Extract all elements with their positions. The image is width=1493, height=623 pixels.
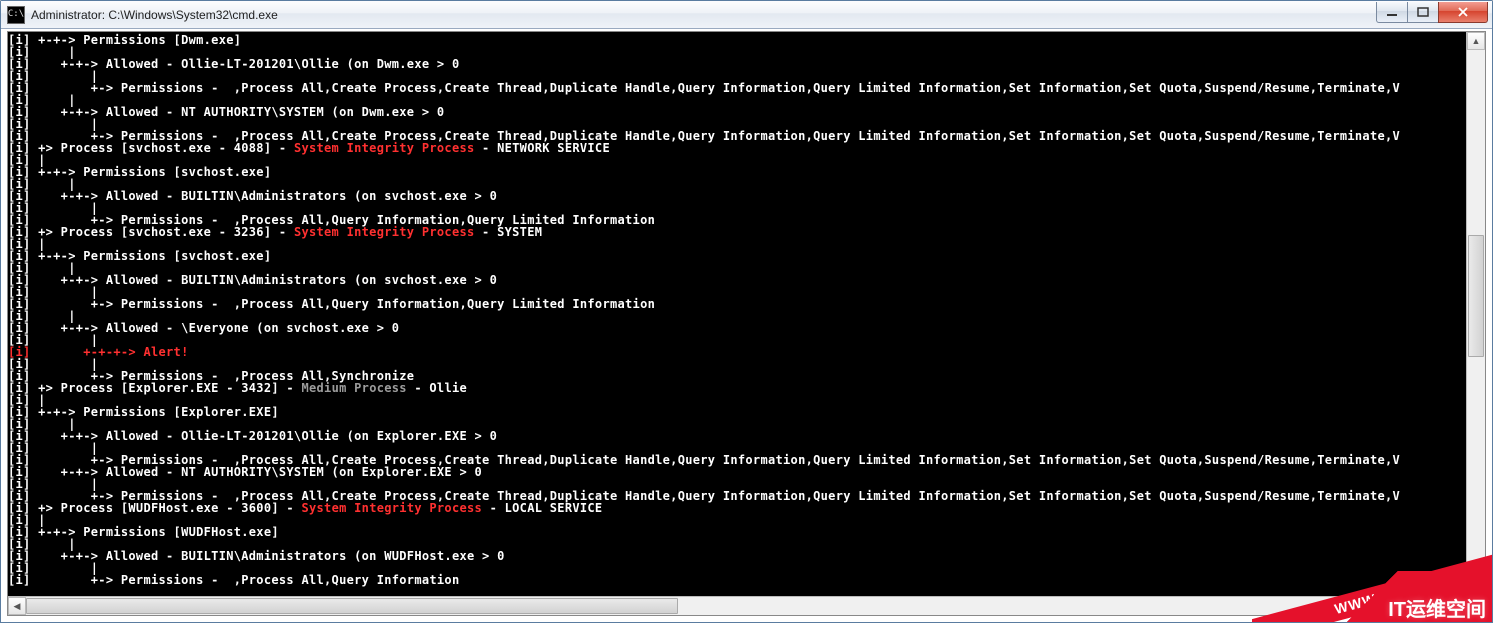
console-line: [i] +-> Permissions - ,Process All,Query… <box>8 574 1467 586</box>
console-line: [i] +-+-> Allowed - BUILTIN\Administrato… <box>8 274 1467 286</box>
console-line: [i] +-+-> Allowed - Ollie-LT-201201\Olli… <box>8 58 1467 70</box>
console-line: [i] +> Process [svchost.exe - 4088] - Sy… <box>8 142 1467 154</box>
scroll-down-button[interactable]: ▼ <box>1467 579 1485 597</box>
console-line: [i] +-+-> Allowed - Ollie-LT-201201\Olli… <box>8 430 1467 442</box>
console-line: [i] +> Process [svchost.exe - 3236] - Sy… <box>8 226 1467 238</box>
console-line: [i] | <box>8 334 1467 346</box>
maximize-button[interactable] <box>1407 2 1439 23</box>
console-line: [i] +-+-> Permissions [svchost.exe] <box>8 166 1467 178</box>
scroll-thumb-horizontal[interactable] <box>26 598 678 614</box>
scroll-right-button[interactable]: ▶ <box>1449 597 1467 615</box>
horizontal-scrollbar[interactable]: ◀ ▶ <box>8 596 1467 615</box>
scroll-thumb-vertical[interactable] <box>1468 235 1484 357</box>
terminal-output: [i] +-+-> Permissions [Dwm.exe][i] |[i] … <box>8 32 1467 586</box>
cmd-window: C:\ Administrator: C:\Windows\System32\c… <box>0 0 1493 623</box>
console-line: [i] +-> Permissions - ,Process All,Query… <box>8 298 1467 310</box>
console-line: [i] +-+-> Permissions [svchost.exe] <box>8 250 1467 262</box>
minimize-button[interactable] <box>1376 2 1408 23</box>
client-area: [i] +-+-> Permissions [Dwm.exe][i] |[i] … <box>7 31 1486 616</box>
console-line: [i] +-+-> Allowed - \Everyone (on svchos… <box>8 322 1467 334</box>
scrollbar-corner <box>1466 596 1485 615</box>
scroll-left-button[interactable]: ◀ <box>8 597 26 615</box>
console-line: [i] +-+-+-> Alert! <box>8 346 1467 358</box>
scroll-track-horizontal[interactable] <box>26 597 1449 615</box>
console-line: [i] +> Process [WUDFHost.exe - 3600] - S… <box>8 502 1467 514</box>
titlebar[interactable]: C:\ Administrator: C:\Windows\System32\c… <box>1 1 1492 29</box>
scroll-up-button[interactable]: ▲ <box>1467 32 1485 50</box>
cmd-icon: C:\ <box>7 6 25 24</box>
console-line: [i] +-+-> Allowed - BUILTIN\Administrato… <box>8 550 1467 562</box>
close-button[interactable] <box>1438 2 1488 23</box>
window-controls <box>1377 2 1488 22</box>
console-line: [i] +-> Permissions - ,Process All,Creat… <box>8 82 1467 94</box>
window-title: Administrator: C:\Windows\System32\cmd.e… <box>31 8 1377 22</box>
console-line: [i] +-+-> Permissions [Explorer.EXE] <box>8 406 1467 418</box>
vertical-scrollbar[interactable]: ▲ ▼ <box>1466 32 1485 597</box>
console-line: [i] +-+-> Allowed - BUILTIN\Administrato… <box>8 190 1467 202</box>
terminal-viewport[interactable]: [i] +-+-> Permissions [Dwm.exe][i] |[i] … <box>8 32 1467 597</box>
console-line: [i] +> Process [Explorer.EXE - 3432] - M… <box>8 382 1467 394</box>
console-line: [i] +-+-> Permissions [WUDFHost.exe] <box>8 526 1467 538</box>
console-line: [i] +-+-> Allowed - NT AUTHORITY\SYSTEM … <box>8 466 1467 478</box>
console-line: [i] +-+-> Permissions [Dwm.exe] <box>8 34 1467 46</box>
scroll-track-vertical[interactable] <box>1467 50 1485 579</box>
console-line: [i] +-+-> Allowed - NT AUTHORITY\SYSTEM … <box>8 106 1467 118</box>
